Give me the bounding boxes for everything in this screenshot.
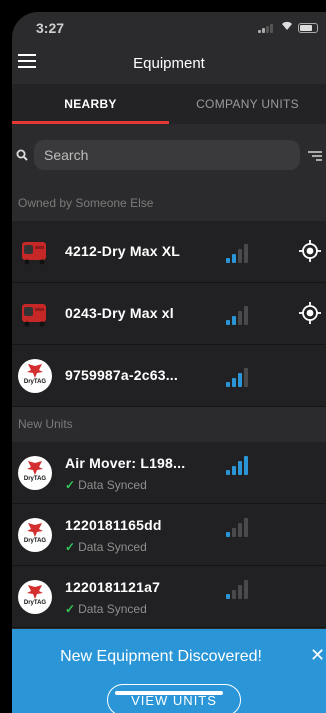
logo-text: DryTAG — [23, 476, 47, 482]
new-equipment-banner: New Equipment Discovered! ✕ VIEW UNITS — [12, 629, 326, 713]
logo-text: DryTAG — [23, 379, 47, 385]
sync-status-text: Data Synced — [78, 540, 147, 554]
sync-status: ✓ Data Synced — [65, 478, 147, 492]
list-item[interactable]: 4212-Dry Max XL — [12, 221, 326, 283]
device-frame: 3:27 Equipment NEARBY COMPANY UNITS Owne… — [0, 0, 326, 713]
check-icon: ✓ — [65, 540, 76, 554]
sync-status-text: Data Synced — [78, 478, 147, 492]
item-name: 1220181121a7 — [65, 579, 161, 595]
drytag-logo-icon: DryTAG — [18, 359, 52, 393]
status-bar: 3:27 — [12, 12, 326, 42]
section-header-owned: Owned by Someone Else — [12, 186, 326, 221]
section-header-new-units: New Units — [12, 407, 326, 442]
cell-signal-icon — [258, 24, 274, 33]
tab-nearby[interactable]: NEARBY — [12, 84, 169, 124]
item-name: 0243-Dry Max xl — [65, 305, 174, 321]
search-input[interactable] — [34, 140, 300, 170]
search-icon — [16, 149, 28, 161]
drytag-logo-icon: DryTAG — [18, 580, 52, 614]
home-indicator — [115, 691, 223, 695]
sync-status-text: Data Synced — [78, 602, 147, 616]
logo-text: DryTAG — [23, 600, 47, 606]
signal-strength-icon — [226, 517, 248, 537]
view-units-button[interactable]: VIEW UNITS — [107, 684, 241, 713]
check-icon: ✓ — [65, 478, 76, 492]
sync-status: ✓ Data Synced — [65, 540, 147, 554]
tab-company-units[interactable]: COMPANY UNITS — [169, 84, 326, 124]
list-item[interactable]: DryTAG 1220181165dd ✓ Data Synced — [12, 504, 326, 566]
drytag-logo-icon: DryTAG — [18, 518, 52, 552]
search-row — [12, 124, 326, 186]
close-icon[interactable]: ✕ — [310, 645, 325, 666]
check-icon: ✓ — [65, 602, 76, 616]
signal-strength-icon — [226, 455, 248, 475]
list-item[interactable]: DryTAG 1220181121a7 ✓ Data Synced — [12, 566, 326, 628]
banner-message: New Equipment Discovered! — [60, 648, 262, 665]
list-item[interactable]: 0243-Dry Max xl — [12, 283, 326, 345]
locate-icon[interactable] — [299, 302, 321, 324]
signal-strength-icon — [226, 367, 248, 387]
tab-bar: NEARBY COMPANY UNITS — [12, 84, 326, 124]
item-name: Air Mover: L198... — [65, 455, 186, 471]
signal-strength-icon — [226, 243, 248, 263]
wifi-icon — [280, 19, 294, 34]
item-name: 4212-Dry Max XL — [65, 243, 181, 259]
equipment-photo-icon — [22, 242, 46, 265]
filter-icon[interactable] — [308, 150, 322, 162]
locate-icon[interactable] — [299, 240, 321, 262]
app-header: Equipment — [12, 40, 326, 84]
page-title: Equipment — [133, 55, 205, 72]
list-item[interactable]: DryTAG 9759987a-2c63... — [12, 345, 326, 407]
list-item[interactable]: DryTAG Air Mover: L198... ✓ Data Synced — [12, 442, 326, 504]
item-name: 1220181165dd — [65, 517, 162, 533]
signal-strength-icon — [226, 579, 248, 599]
app-screen: 3:27 Equipment NEARBY COMPANY UNITS Owne… — [12, 12, 326, 713]
drytag-logo-icon: DryTAG — [18, 456, 52, 490]
signal-strength-icon — [226, 305, 248, 325]
sync-status: ✓ Data Synced — [65, 602, 147, 616]
item-name: 9759987a-2c63... — [65, 367, 178, 383]
battery-icon — [298, 23, 318, 33]
logo-text: DryTAG — [23, 538, 47, 544]
status-time: 3:27 — [36, 20, 65, 36]
equipment-photo-icon — [22, 304, 46, 327]
